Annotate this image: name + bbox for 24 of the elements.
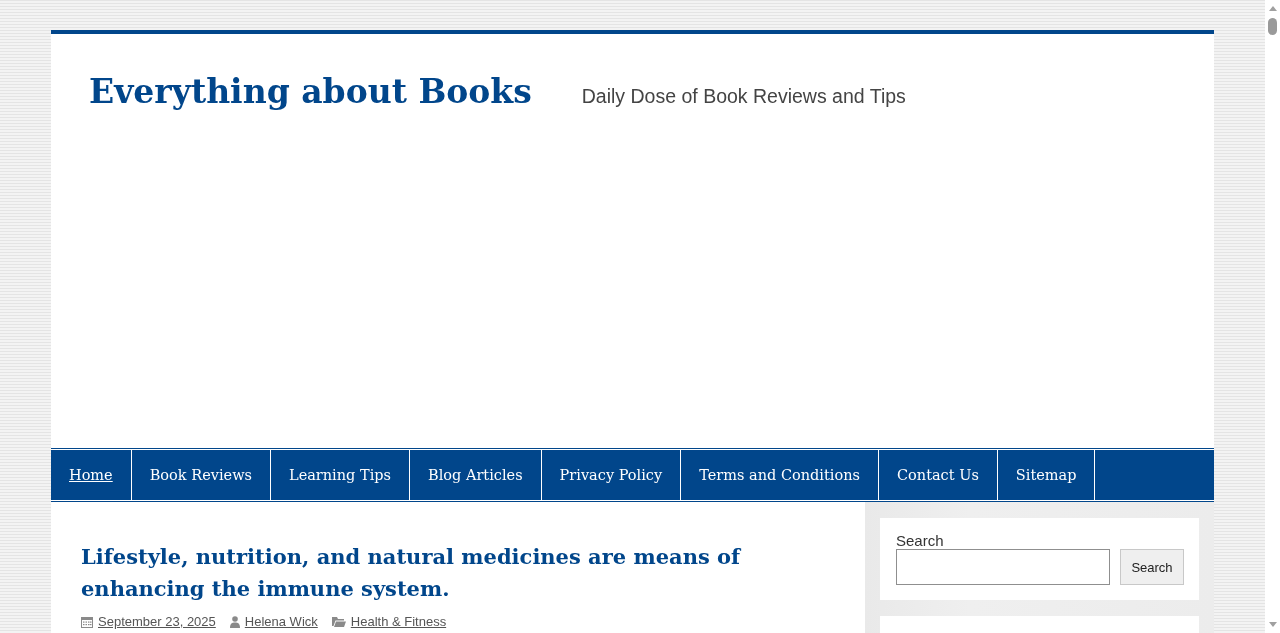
nav-link[interactable]: Terms and Conditions (681, 450, 878, 500)
calendar-icon (81, 615, 93, 628)
search-field[interactable] (896, 549, 1110, 585)
nav-link[interactable]: Home (51, 450, 131, 500)
site-tagline: Daily Dose of Book Reviews and Tips (581, 85, 906, 108)
search-button[interactable]: Search (1120, 549, 1184, 585)
search-label: Search (896, 532, 945, 549)
scrollbar[interactable] (1265, 0, 1280, 633)
nav-link[interactable]: Learning Tips (271, 450, 410, 500)
nav-link[interactable]: Book Reviews (131, 450, 270, 500)
nav-link[interactable]: Blog Articles (410, 450, 541, 500)
site-title[interactable]: Everything about Books (89, 68, 532, 116)
triangle-up-icon[interactable] (1268, 6, 1277, 11)
person-icon (229, 615, 240, 628)
date-link[interactable]: September 23, 2025 (98, 613, 216, 630)
scrollbar-thumb[interactable] (1268, 18, 1277, 35)
nav-link[interactable]: Privacy Policy (541, 450, 681, 500)
post-title[interactable]: Lifestyle, nutrition, and natural medicines are means of enhancing the immune system. (81, 541, 781, 605)
nav-link[interactable]: Contact Us (878, 450, 997, 500)
category-link[interactable]: Health & Fitness (350, 613, 447, 630)
triangle-down-icon[interactable] (1268, 622, 1277, 627)
folder-icon (331, 616, 346, 627)
author-link[interactable]: Helena Wick (244, 613, 318, 630)
nav-link[interactable]: Sitemap (997, 450, 1095, 500)
